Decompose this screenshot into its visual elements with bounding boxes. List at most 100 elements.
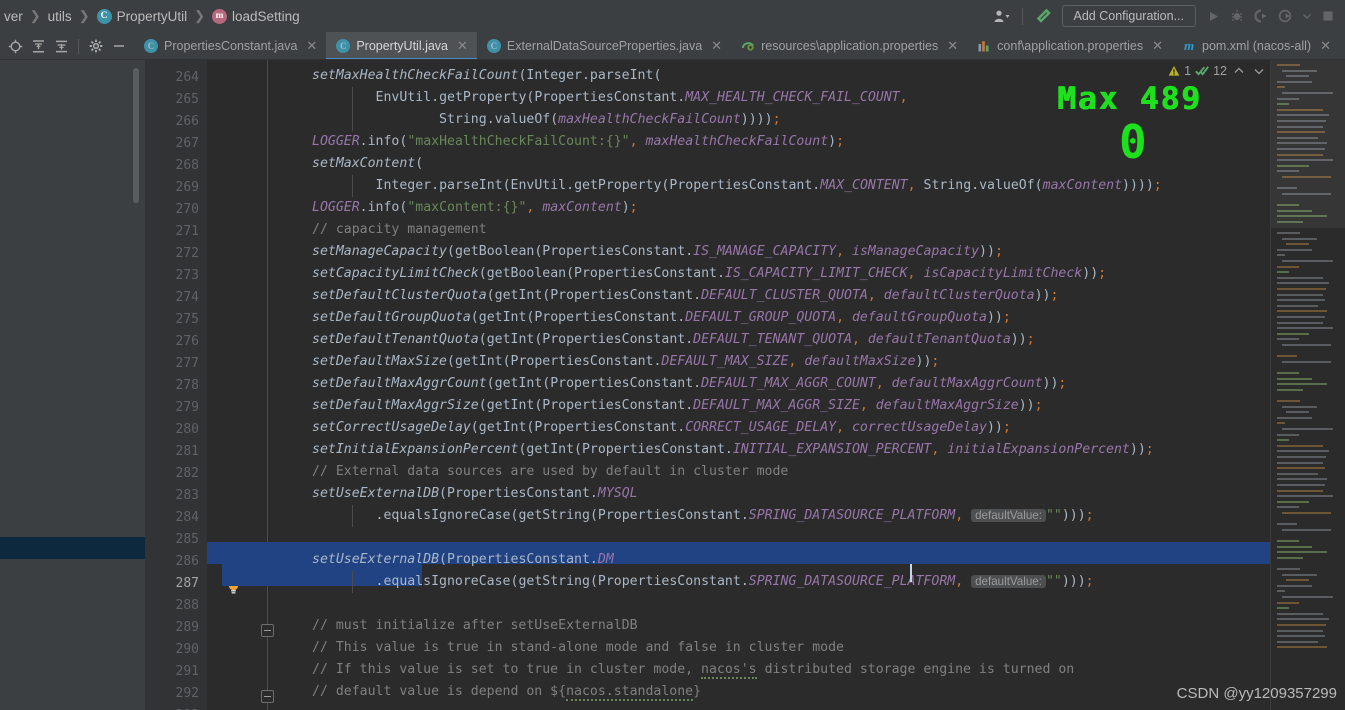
- minimap-line: [1277, 489, 1324, 492]
- user-settings-icon[interactable]: [989, 3, 1016, 29]
- class-icon: C: [96, 8, 112, 24]
- left-panel-scrollbar[interactable]: [133, 68, 139, 203]
- code-line[interactable]: setMaxContent(: [312, 153, 423, 175]
- next-problem-icon[interactable]: [1251, 65, 1267, 77]
- code-line[interactable]: setInitialExpansionPercent(getInt(Proper…: [312, 439, 1154, 461]
- code-line[interactable]: LOGGER.info("maxHealthCheckFailCount:{}"…: [312, 131, 844, 153]
- minimap-line: [1277, 316, 1326, 318]
- line-number: 289: [175, 620, 199, 635]
- code-line[interactable]: // If this value is set to true in clust…: [312, 659, 1074, 681]
- settings-gear-icon[interactable]: [85, 35, 107, 57]
- close-icon[interactable]: ✕: [711, 38, 722, 54]
- line-number: 291: [175, 664, 199, 679]
- minimap-line: [1277, 612, 1323, 615]
- editor-gutter[interactable]: 264 265 266 267 268 269 270 271 272 273 274 275 276 2…: [145, 60, 207, 710]
- code-line[interactable]: // must initialize after setUseExternalD…: [312, 615, 638, 637]
- expand-all-icon[interactable]: [27, 35, 49, 57]
- hide-icon[interactable]: [108, 35, 130, 57]
- java-class-icon: C: [336, 39, 351, 53]
- minimap-line: [1277, 400, 1301, 402]
- watermark: CSDN @yy1209357299: [1176, 685, 1337, 702]
- warning-triangle-icon: [1168, 65, 1180, 77]
- tab-resources-application-properties[interactable]: resources\application.properties ✕: [731, 32, 967, 59]
- stop-icon[interactable]: [1317, 3, 1339, 29]
- minimap-line: [1277, 271, 1289, 274]
- breadcrumb-separator: ❯: [78, 8, 90, 23]
- close-icon[interactable]: ✕: [457, 38, 468, 54]
- close-icon[interactable]: ✕: [1320, 38, 1331, 54]
- tab-conf-application-properties[interactable]: conf\application.properties ✕: [967, 32, 1172, 59]
- minimap-line: [1277, 288, 1327, 290]
- close-icon[interactable]: ✕: [1152, 38, 1163, 54]
- minimap-line: [1277, 299, 1325, 302]
- left-panel-selected-row[interactable]: [0, 537, 145, 559]
- line-number: 264: [175, 70, 199, 85]
- code-line[interactable]: setDefaultGroupQuota(getInt(PropertiesCo…: [312, 307, 1011, 329]
- breadcrumb-item-ver[interactable]: ver: [0, 9, 27, 24]
- breadcrumb-item-utils[interactable]: utils: [44, 9, 76, 24]
- previous-problem-icon[interactable]: [1231, 65, 1247, 77]
- locate-icon[interactable]: [4, 35, 26, 57]
- code-line[interactable]: setDefaultMaxSize(getInt(PropertiesConst…: [312, 351, 939, 373]
- code-minimap[interactable]: [1270, 60, 1345, 710]
- toolbar-right: Add Configuration...: [989, 0, 1345, 32]
- breadcrumb-item-loadsetting[interactable]: m loadSetting: [208, 8, 304, 24]
- tab-propertiesconstant-java[interactable]: C PropertiesConstant.java ✕: [134, 32, 326, 59]
- run-with-coverage-icon[interactable]: [1249, 3, 1273, 29]
- breadcrumb-item-propertyutil[interactable]: C PropertyUtil: [93, 8, 192, 24]
- run-icon[interactable]: [1202, 3, 1225, 29]
- minimap-line: [1281, 237, 1317, 240]
- tab-pom-xml[interactable]: m pom.xml (nacos-all) ✕: [1172, 32, 1340, 59]
- minimap-line: [1277, 433, 1299, 436]
- code-line[interactable]: setUseExternalDB(PropertiesConstant.MYSQ…: [312, 483, 638, 505]
- code-line[interactable]: // capacity management: [312, 219, 487, 241]
- minimap-line: [1277, 646, 1327, 649]
- line-number: 266: [175, 114, 199, 129]
- build-hammer-icon[interactable]: [1029, 3, 1056, 29]
- code-line[interactable]: setMaxHealthCheckFailCount(Integer.parse…: [312, 65, 661, 87]
- line-number: 277: [175, 356, 199, 371]
- tab-list: C PropertiesConstant.java ✕ C PropertyUt…: [134, 32, 1345, 59]
- collapse-all-icon[interactable]: [50, 35, 72, 57]
- code-line[interactable]: Integer.parseInt(EnvUtil.getProperty(Pro…: [312, 175, 1162, 197]
- profiler-icon[interactable]: [1273, 3, 1297, 29]
- code-line[interactable]: EnvUtil.getProperty(PropertiesConstant.M…: [312, 87, 908, 109]
- minimap-line: [1277, 540, 1299, 542]
- code-editor[interactable]: 264 265 266 267 268 269 270 271 272 273 274 275 276 2…: [0, 60, 1345, 710]
- chevron-down-icon[interactable]: [1297, 3, 1317, 29]
- code-line[interactable]: setDefaultTenantQuota(getInt(PropertiesC…: [312, 329, 1035, 351]
- code-line[interactable]: setDefaultMaxAggrSize(getInt(PropertiesC…: [312, 395, 1043, 417]
- minimap-line: [1277, 444, 1323, 447]
- close-icon[interactable]: ✕: [306, 38, 317, 54]
- code-line[interactable]: setDefaultMaxAggrCount(getInt(Properties…: [312, 373, 1066, 395]
- code-line[interactable]: // default value is depend on ${nacos.st…: [312, 681, 701, 703]
- code-line[interactable]: setManageCapacity(getBoolean(PropertiesC…: [312, 241, 1003, 263]
- code-line[interactable]: setDefaultClusterQuota(getInt(Properties…: [312, 285, 1058, 307]
- close-icon[interactable]: ✕: [947, 38, 958, 54]
- code-line[interactable]: setUseExternalDB(PropertiesConstant.DM: [312, 549, 614, 571]
- indent-guide: [352, 87, 353, 131]
- run-configuration-selector[interactable]: Add Configuration...: [1061, 5, 1196, 27]
- code-text-area[interactable]: setMaxHealthCheckFailCount(Integer.parse…: [207, 60, 1270, 710]
- code-line[interactable]: LOGGER.info("maxContent:{}", maxContent)…: [312, 197, 638, 219]
- tab-externaldatasourceproperties-java[interactable]: C ExternalDataSourceProperties.java ✕: [477, 32, 731, 59]
- code-line[interactable]: .equalsIgnoreCase(getString(PropertiesCo…: [312, 505, 1094, 527]
- code-line[interactable]: // This value is true in stand-alone mod…: [312, 637, 844, 659]
- minimap-line: [1277, 556, 1303, 559]
- minimap-line: [1277, 635, 1325, 638]
- tab-propertyutil-java[interactable]: C PropertyUtil.java ✕: [326, 32, 477, 59]
- minimap-line: [1277, 472, 1319, 475]
- debug-icon[interactable]: [1225, 3, 1249, 29]
- code-line[interactable]: .equalsIgnoreCase(getString(PropertiesCo…: [312, 571, 1094, 593]
- minimap-line: [1277, 338, 1299, 341]
- minimap-viewport[interactable]: [1271, 60, 1345, 228]
- code-line[interactable]: String.valueOf(maxHealthCheckFailCount))…: [312, 109, 780, 131]
- line-number: 274: [175, 290, 199, 305]
- code-line[interactable]: setCorrectUsageDelay(getInt(PropertiesCo…: [312, 417, 1011, 439]
- line-number: 265: [175, 92, 199, 107]
- inspection-status-widget[interactable]: 1 12: [1168, 60, 1267, 82]
- code-line[interactable]: setCapacityLimitCheck(getBoolean(Propert…: [312, 263, 1106, 285]
- code-line[interactable]: // External data sources are used by def…: [312, 461, 788, 483]
- minimap-line: [1286, 579, 1309, 582]
- toolbar-divider: [1021, 7, 1023, 25]
